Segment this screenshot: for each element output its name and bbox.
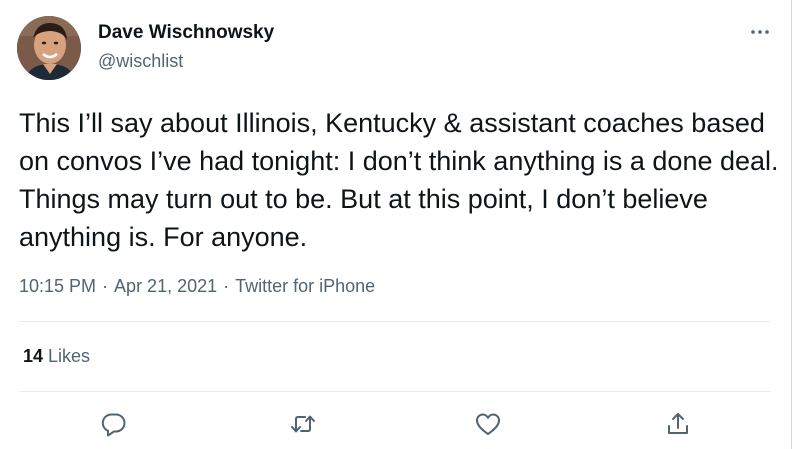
- author-name[interactable]: Dave Wischnowsky: [98, 22, 274, 44]
- likes-stat[interactable]: 14 Likes: [23, 344, 90, 368]
- avatar-image: [17, 16, 81, 80]
- meta-separator: ·: [102, 276, 109, 296]
- retweet-button[interactable]: [289, 410, 317, 438]
- likes-label: Likes: [48, 346, 91, 366]
- more-icon-glyph: [751, 30, 769, 34]
- tweet-meta: 10:15 PM · Apr 21, 2021 · Twitter for iPhone: [19, 274, 375, 298]
- more-icon[interactable]: [748, 24, 772, 40]
- meta-separator: ·: [223, 276, 230, 296]
- like-icon: [476, 413, 500, 435]
- reply-button[interactable]: [100, 410, 128, 438]
- retweet-icon: [291, 415, 315, 433]
- share-button[interactable]: [664, 410, 692, 438]
- card-border: [791, 0, 792, 449]
- like-button[interactable]: [474, 410, 502, 438]
- likes-count: 14: [23, 346, 44, 366]
- tweet-source[interactable]: Twitter for iPhone: [235, 276, 375, 296]
- tweet-time[interactable]: 10:15 PM: [19, 276, 96, 296]
- divider: [19, 391, 770, 392]
- author-handle[interactable]: @wischlist: [98, 50, 183, 72]
- share-icon: [668, 413, 688, 434]
- tweet-text: This I’ll say about Illinois, Kentucky &…: [19, 108, 779, 252]
- divider: [19, 321, 770, 322]
- reply-icon: [101, 413, 126, 437]
- tweet-date[interactable]: Apr 21, 2021: [114, 276, 217, 296]
- tweet-card: Dave Wischnowsky @wischlist This I’ll sa…: [0, 0, 794, 449]
- avatar[interactable]: [17, 16, 81, 80]
